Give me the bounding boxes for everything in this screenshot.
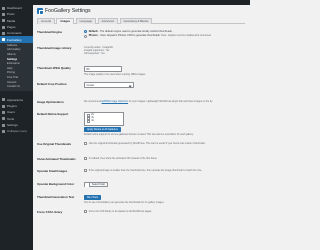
setting-field: Force the CSS library to be loaded on al… xyxy=(84,210,245,214)
sidebar-item-label: Appearance xyxy=(7,97,24,102)
admin-bar xyxy=(0,0,250,5)
plugin-icon xyxy=(2,104,5,108)
brush-icon xyxy=(2,98,5,102)
setting-label: Force CSS Library xyxy=(37,210,63,214)
setting-field: Select Color xyxy=(84,182,245,188)
crop-position-select[interactable]: Center xyxy=(84,82,134,88)
library-gd: GD supported : Yes xyxy=(84,52,105,55)
setting-field: 2x 3x 4x Apply Retina to All Galleries D… xyxy=(84,112,245,136)
radio-dot[interactable] xyxy=(84,34,88,38)
apply-retina-button[interactable]: Apply Retina to All Galleries xyxy=(84,127,121,132)
page-icon xyxy=(2,25,5,29)
radio-default-engine[interactable]: Default - The default engine used to gen… xyxy=(84,30,245,34)
pin-icon xyxy=(2,12,5,16)
sidebar-item-label: Settings xyxy=(7,123,18,128)
sidebar-item-label: Dashboard xyxy=(7,6,22,11)
setting-field: If enabled, then show the animated GIF i… xyxy=(84,157,245,161)
setting-label: Upscale Small Images xyxy=(37,169,68,173)
settings-form: Thumbnail Engine Default - The default e… xyxy=(37,24,245,244)
setting-field: Currently active : ImageGD Imagick suppo… xyxy=(84,46,245,55)
page-header: FooGallery Settings xyxy=(37,7,245,15)
option-note: Note: Jetpack must be installed and conn… xyxy=(161,34,212,38)
radio-photon-engine[interactable]: Photon - Uses Jetpack's Photon CDN to ge… xyxy=(84,34,245,38)
color-picker-button[interactable]: Select Color xyxy=(84,182,109,187)
collapse-menu-button[interactable]: Collapse menu xyxy=(0,128,33,134)
page-title: FooGallery Settings xyxy=(45,8,91,14)
setting-field: Run Tests Test to see if FooGallery can … xyxy=(84,195,245,204)
sidebar-item-label: Collapse menu xyxy=(7,129,28,134)
option-title: Default xyxy=(88,30,98,33)
checkbox[interactable] xyxy=(84,210,88,214)
checkbox[interactable] xyxy=(84,142,88,146)
optimization-text: for your images. Lightweight WordPress p… xyxy=(128,100,213,103)
setting-desc: Default retina support for all new galle… xyxy=(84,132,194,136)
collapse-icon xyxy=(2,129,5,133)
setting-label: Thumbnail Image Library xyxy=(37,46,72,50)
option-desc: - The default engine used to generate lo… xyxy=(98,30,173,33)
sidebar-item-label: Posts xyxy=(7,12,15,17)
setting-label: Show Animated Thumbnails xyxy=(37,157,76,161)
setting-desc: The image quality to be used when resizi… xyxy=(84,72,146,76)
foogallery-submenu: Galleries Add Gallery Albums Settings Ex… xyxy=(0,42,33,91)
retina-option-4x[interactable]: 4x xyxy=(86,119,122,124)
setting-label: Image Optimization xyxy=(37,100,64,104)
main-content: FooGallery Settings General Images Langu… xyxy=(37,7,245,248)
jpeg-quality-input[interactable]: 80 xyxy=(84,66,122,72)
setting-label: Thumbnail Engine xyxy=(37,30,63,34)
sidebar-item-label: Tools xyxy=(7,116,15,121)
settings-icon xyxy=(2,123,5,127)
sidebar-item-label: Comments xyxy=(7,31,22,36)
sidebar-item-label: Media xyxy=(7,18,16,23)
setting-field: 80 The image quality to be used when res… xyxy=(84,66,245,76)
sidebar-item-label: Pages xyxy=(7,25,16,30)
setting-field: Use the original thumbnails generated by… xyxy=(84,142,245,146)
force-css-checkbox[interactable]: Force the CSS library to be loaded on al… xyxy=(84,210,245,214)
setting-label: Default Retina Support xyxy=(37,112,69,116)
option-desc: - Uses Jetpack's Photon CDN to generate … xyxy=(98,34,161,38)
comment-icon xyxy=(2,31,5,35)
wrench-icon xyxy=(2,117,5,121)
checkbox[interactable] xyxy=(84,169,88,173)
setting-field: Default - The default engine used to gen… xyxy=(84,30,245,39)
sidebar-item-label: Plugins xyxy=(7,104,17,109)
optimization-text: We recommend xyxy=(84,100,101,103)
setting-desc: Test to see if FooGallery can generate t… xyxy=(84,200,165,204)
admin-sidebar: Dashboard Posts Media Pages Comments Foo… xyxy=(0,5,33,250)
setting-label: Upscale Background Color xyxy=(37,182,75,186)
upscale-checkbox[interactable]: If the original image is smaller than th… xyxy=(84,169,245,173)
retina-checkbox-list: 2x 3x 4x xyxy=(84,112,124,126)
setting-field: Center xyxy=(84,82,245,88)
setting-field: We recommend EWWW Image Optimizer for yo… xyxy=(84,100,245,103)
dashboard-icon xyxy=(2,6,5,10)
run-tests-button[interactable]: Run Tests xyxy=(84,195,102,200)
checkbox[interactable] xyxy=(86,120,90,124)
radio-dot[interactable] xyxy=(84,30,88,34)
checkbox[interactable] xyxy=(84,157,88,161)
setting-field: If the original image is smaller than th… xyxy=(84,169,245,173)
ewww-link[interactable]: EWWW Image Optimizer xyxy=(102,100,129,103)
media-icon xyxy=(2,19,5,23)
original-thumbs-checkbox[interactable]: Use the original thumbnails generated by… xyxy=(84,142,245,146)
sidebar-item-label: FooGallery xyxy=(7,37,22,42)
sidebar-item-label: Users xyxy=(7,110,15,115)
option-title: Photon xyxy=(88,34,98,38)
setting-label: Thumbnail JPEG Quality xyxy=(37,66,71,70)
users-icon xyxy=(2,110,5,114)
gallery-icon xyxy=(2,38,5,42)
submenu-item-contact[interactable]: Contact Us xyxy=(0,85,33,90)
foogallery-logo-icon xyxy=(37,8,44,15)
animated-thumbs-checkbox[interactable]: If enabled, then show the animated GIF i… xyxy=(84,157,245,161)
setting-label: Use Original Thumbnails xyxy=(37,142,72,146)
setting-label: Default Crop Position xyxy=(37,82,67,86)
setting-label: Thumbnail Generation Test xyxy=(37,195,75,199)
